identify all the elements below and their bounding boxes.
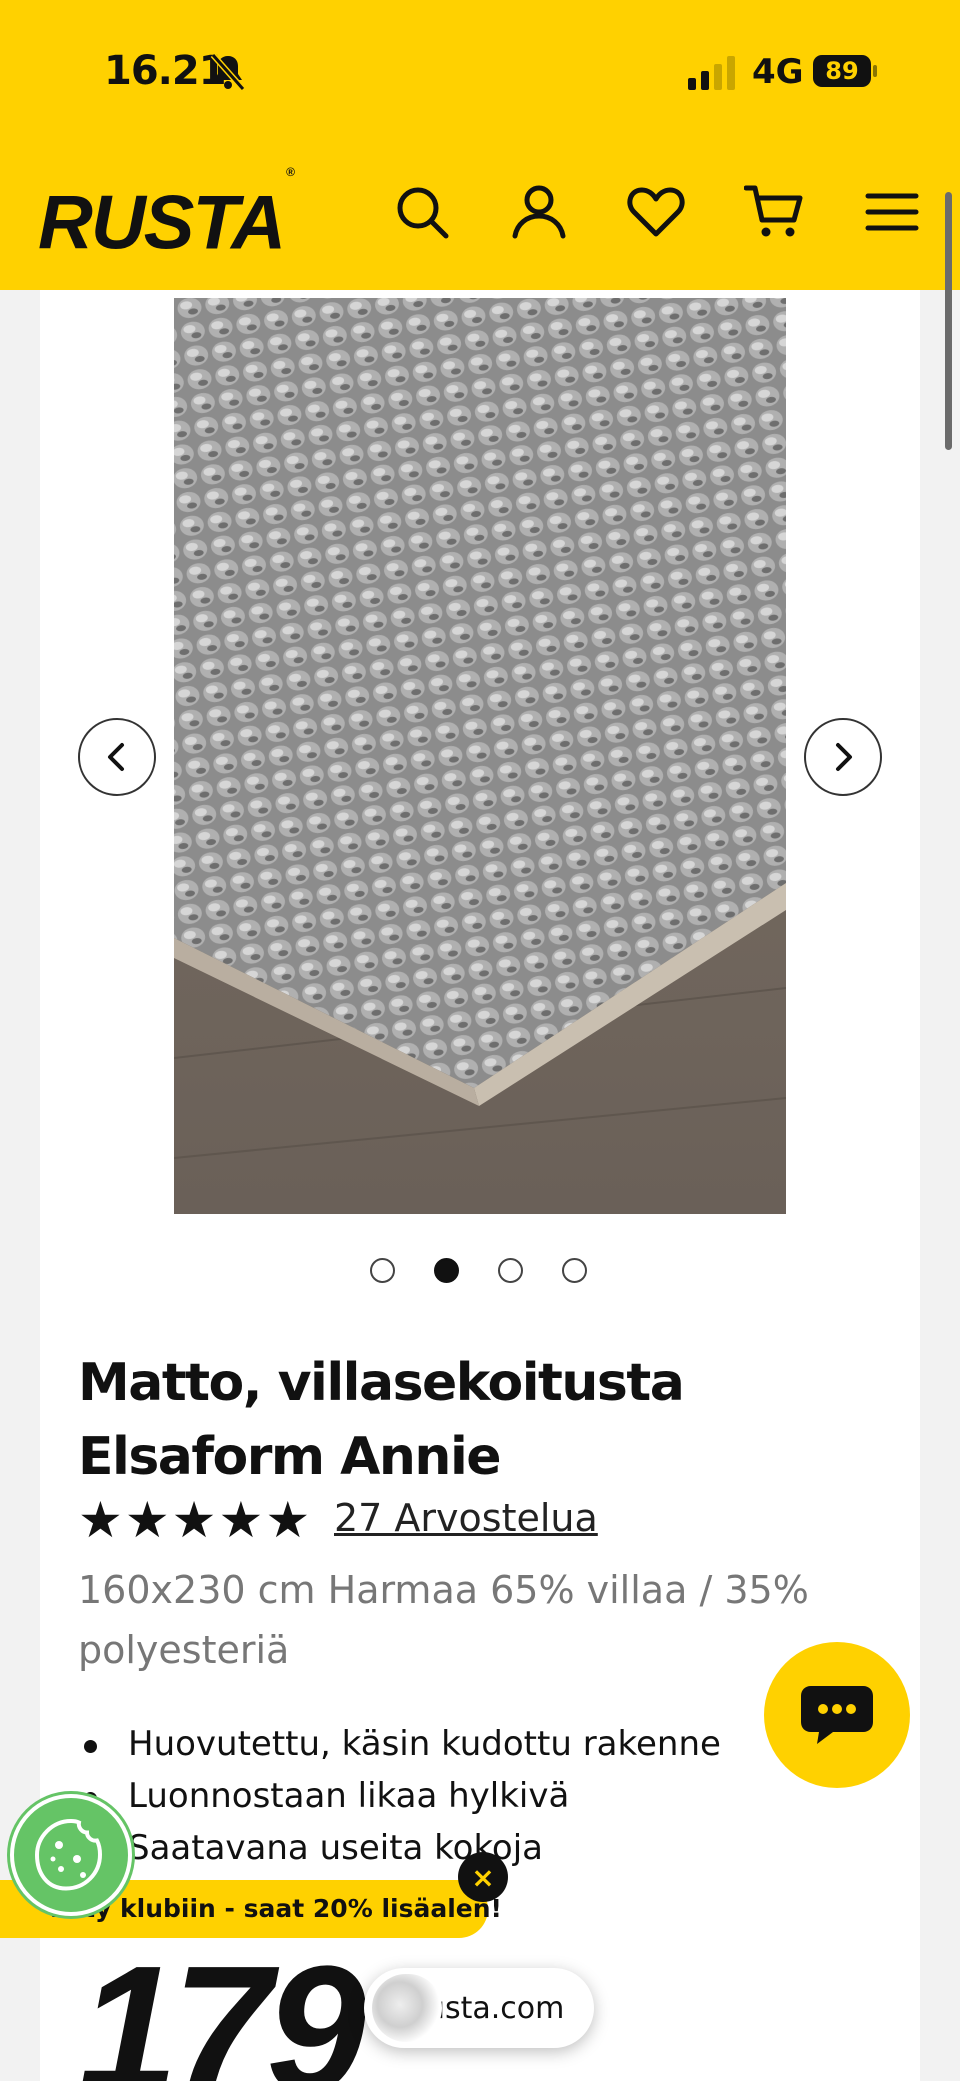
chevron-right-icon xyxy=(836,743,852,771)
gallery-prev-button[interactable] xyxy=(78,718,156,796)
gallery-dot-4[interactable] xyxy=(562,1258,587,1283)
star-icon: ★ xyxy=(124,1491,170,1549)
signal-icon xyxy=(688,56,735,90)
reviews-link[interactable]: 27 Arvostelua xyxy=(334,1496,598,1540)
network-type: 4G xyxy=(752,52,804,92)
feature-item: Saatavana useita kokoja xyxy=(78,1822,721,1874)
feature-list: Huovutettu, käsin kudottu rakenne Luonno… xyxy=(78,1718,721,1874)
star-icon: ★ xyxy=(78,1491,123,1549)
product-description: 160x230 cm Harmaa 65% villaa / 35% polye… xyxy=(78,1568,809,1672)
bell-muted-icon xyxy=(210,53,246,91)
product-price: 179 xyxy=(78,1929,366,2081)
star-icon: ★ xyxy=(171,1491,217,1549)
chevron-left-icon xyxy=(108,743,124,771)
logo-text: RUSTA xyxy=(38,180,286,266)
feature-item: Huovutettu, käsin kudottu rakenne xyxy=(78,1718,721,1770)
rating-stars: ★ ★ ★ ★ ★ xyxy=(78,1490,310,1550)
chat-button[interactable] xyxy=(764,1642,910,1788)
battery-level: 89 xyxy=(825,57,859,85)
search-icon[interactable] xyxy=(392,182,452,242)
product-title: Matto, villasekoitusta Elsaform Annie xyxy=(78,1353,685,1487)
cookie-icon xyxy=(34,1818,103,1891)
status-time: 16.21 xyxy=(104,48,227,94)
page-scrollbar[interactable] xyxy=(945,192,952,450)
product-image[interactable] xyxy=(174,298,786,1214)
menu-hamburger-icon[interactable] xyxy=(862,182,922,242)
logo-registered-mark: ® xyxy=(286,165,295,179)
browser-tab-thumbnail xyxy=(372,1974,442,2042)
promo-close-button[interactable]: × xyxy=(458,1852,508,1902)
cart-icon[interactable] xyxy=(743,182,804,242)
gallery-dot-3[interactable] xyxy=(498,1258,523,1283)
cookie-settings-button[interactable] xyxy=(10,1794,132,1916)
star-icon: ★ xyxy=(265,1491,311,1549)
site-header: 16.21 4G 89 RUSTA® xyxy=(0,0,960,290)
wishlist-heart-icon[interactable] xyxy=(626,182,686,242)
gallery-dot-1[interactable] xyxy=(370,1258,395,1283)
account-icon[interactable] xyxy=(509,182,569,242)
gallery-next-button[interactable] xyxy=(804,718,882,796)
star-icon: ★ xyxy=(218,1491,264,1549)
chat-bubble-icon xyxy=(801,1686,873,1744)
battery-icon: 89 xyxy=(812,54,878,88)
gallery-pagination xyxy=(370,1258,587,1283)
gallery-dot-2[interactable] xyxy=(434,1258,459,1283)
feature-item: Luonnostaan likaa hylkivä xyxy=(78,1770,721,1822)
rusta-logo[interactable]: RUSTA® xyxy=(38,165,295,261)
